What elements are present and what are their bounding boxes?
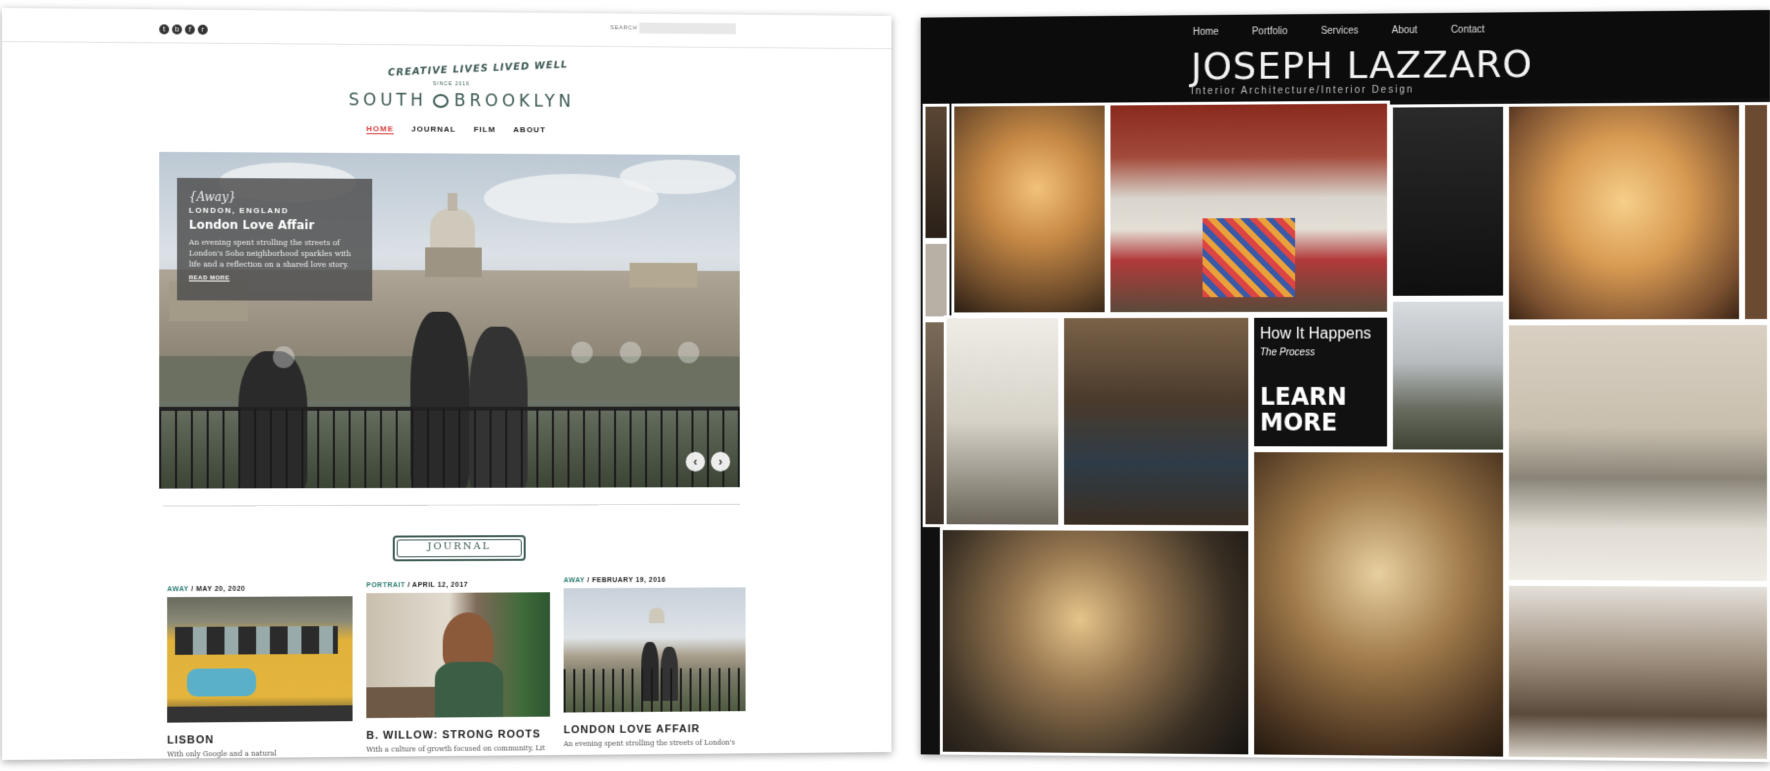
social-icons: t b f r	[159, 24, 208, 35]
post-date: / APRIL 12, 2017	[407, 581, 469, 589]
person-sweater	[434, 661, 504, 718]
nav-portfolio[interactable]: Portfolio	[1252, 26, 1288, 37]
post-card[interactable]: PORTRAIT / APRIL 12, 2017 B. WILLOW: STR…	[366, 581, 550, 754]
gallery-tile-kitchen[interactable]	[951, 102, 1108, 316]
gallery-tile-kitchen-island[interactable]	[1251, 449, 1507, 760]
gallery-tile[interactable]	[922, 240, 950, 320]
since-label: SINCE 2016	[432, 81, 470, 88]
rss-icon[interactable]: r	[197, 24, 208, 35]
gallery-tile-kitchen-warm[interactable]	[1506, 102, 1743, 323]
table	[366, 686, 435, 719]
gallery-tile-exterior[interactable]	[1389, 298, 1507, 456]
promo-subheading: The Process	[1259, 347, 1315, 359]
hero-slider[interactable]: {Away} LONDON, ENGLAND London Love Affai…	[159, 151, 740, 489]
post-meta: AWAY / MAY 20, 2020	[167, 585, 352, 593]
hero-title[interactable]: London Love Affair	[189, 218, 361, 233]
gallery-tile-dark-kitchen[interactable]	[1389, 103, 1507, 299]
post-image[interactable]	[167, 596, 353, 723]
railing	[563, 667, 746, 713]
divider	[163, 503, 740, 507]
post-category[interactable]: PORTRAIT	[366, 582, 405, 589]
post-category[interactable]: AWAY	[564, 577, 585, 584]
hero-description: An evening spent strolling the streets o…	[188, 237, 351, 269]
logo-text-right: BROOKLYN	[454, 91, 575, 112]
site-title[interactable]: JOSEPH LAZZARO	[1191, 42, 1533, 88]
bokeh-light	[677, 341, 700, 364]
post-card[interactable]: AWAY / MAY 20, 2020 LISBON With only Goo…	[167, 585, 353, 759]
hero-caption: {Away} LONDON, ENGLAND London Love Affai…	[177, 177, 373, 301]
nav-services[interactable]: Services	[1321, 26, 1359, 37]
hero-location: LONDON, ENGLAND	[188, 205, 289, 216]
post-meta: AWAY / FEBRUARY 19, 2016	[564, 576, 746, 585]
post-title[interactable]: LISBON	[167, 733, 352, 746]
search-input[interactable]	[639, 22, 736, 35]
nav-home[interactable]: HOME	[366, 124, 394, 135]
main-nav: HOME JOURNAL FILM ABOUT	[366, 124, 546, 135]
post-image[interactable]	[366, 592, 550, 719]
south-brooklyn-page: t b f r SEARCH CREATIVE LIVES LIVED WELL…	[2, 8, 892, 760]
learn-more-button[interactable]: LEARN MORE	[1260, 383, 1381, 436]
joseph-lazzaro-page: Home Portfolio Services About Contact JO…	[920, 10, 1770, 762]
bokeh-light	[619, 341, 642, 364]
post-date: / FEBRUARY 19, 2016	[587, 576, 666, 585]
site-header: Home Portfolio Services About Contact JO…	[920, 10, 1770, 104]
railing	[159, 408, 740, 489]
post-category[interactable]: AWAY	[167, 586, 189, 593]
promo-heading: How It Happens	[1259, 325, 1372, 343]
cathedral-dome	[429, 207, 475, 248]
search-label: SEARCH	[610, 25, 638, 32]
post-excerpt: With only Google and a natural	[167, 749, 277, 759]
gallery-tile-modern-kitchen[interactable]	[1506, 322, 1770, 584]
gallery-tile[interactable]	[1742, 102, 1770, 323]
rug	[1202, 217, 1296, 298]
gallery-tile-living-room[interactable]	[1107, 100, 1390, 316]
blog-icon[interactable]: b	[172, 24, 182, 35]
logo-emblem-icon	[432, 94, 449, 108]
bokeh-light	[272, 346, 295, 369]
nav-home[interactable]: Home	[1193, 27, 1219, 38]
gallery-tile-bathroom[interactable]	[943, 315, 1062, 528]
site-logo[interactable]: SOUTH BROOKLYN	[349, 90, 575, 111]
hero-category: {Away}	[188, 189, 236, 205]
bokeh-light	[571, 341, 593, 364]
street	[167, 705, 353, 723]
read-more-link[interactable]: READ MORE	[189, 275, 361, 281]
nav-about[interactable]: ABOUT	[513, 125, 546, 135]
cathedral-lantern	[447, 193, 458, 211]
nav-about[interactable]: About	[1392, 25, 1418, 36]
site-tagline: CREATIVE LIVES LIVED WELL	[387, 59, 569, 79]
facebook-icon[interactable]: f	[184, 24, 195, 35]
gallery-tile-dining[interactable]	[939, 527, 1252, 758]
main-nav: Home Portfolio Services About Contact	[1193, 24, 1485, 37]
post-meta: PORTRAIT / APRIL 12, 2017	[366, 581, 550, 589]
post-title[interactable]: B. WILLOW: STRONG ROOTS	[366, 728, 550, 742]
tram-windows	[175, 626, 338, 655]
post-date: / MAY 20, 2020	[191, 585, 246, 594]
nav-contact[interactable]: Contact	[1451, 24, 1485, 35]
top-bar: t b f r SEARCH	[2, 8, 892, 50]
twitter-icon[interactable]: t	[159, 24, 170, 35]
nav-journal[interactable]: JOURNAL	[411, 125, 456, 135]
building	[629, 262, 698, 288]
logo-text-left: SOUTH	[348, 90, 427, 111]
post-title[interactable]: LONDON LOVE AFFAIR	[564, 723, 746, 736]
tram-graffiti	[186, 668, 257, 697]
post-excerpt: An evening spent strolling the streets o…	[563, 738, 736, 749]
gallery-tile[interactable]	[922, 103, 950, 241]
site-subtitle: Interior Architecture/Interior Design	[1190, 84, 1415, 98]
post-card[interactable]: AWAY / FEBRUARY 19, 2016 LONDON LOVE AFF…	[563, 576, 746, 750]
learn-more-promo[interactable]: How It Happens The Process LEARN MORE	[1251, 314, 1390, 450]
prev-arrow-icon[interactable]: ‹	[685, 451, 706, 472]
cathedral-dome	[648, 607, 665, 624]
cathedral	[425, 247, 482, 278]
cloud	[619, 159, 736, 195]
post-image[interactable]	[563, 587, 746, 713]
gallery-tile-loft[interactable]	[1506, 582, 1770, 762]
post-excerpt: With a culture of growth focused on comm…	[366, 744, 545, 754]
next-arrow-icon[interactable]: ›	[710, 451, 731, 472]
journal-section-title: JOURNAL	[392, 535, 526, 562]
gallery-tile-study[interactable]	[1061, 314, 1252, 529]
nav-film[interactable]: FILM	[474, 125, 496, 135]
